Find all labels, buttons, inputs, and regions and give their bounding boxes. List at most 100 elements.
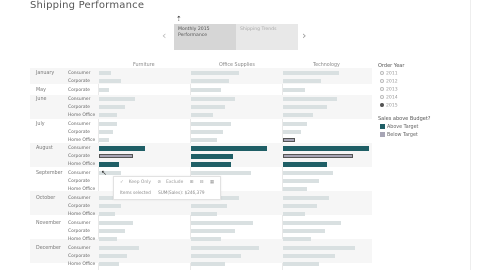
keep-only-button[interactable]: Keep Only bbox=[129, 180, 151, 185]
story-navigator: ‹ Monthly 2015 Performance Shipping Tren… bbox=[162, 24, 312, 50]
bar-mark[interactable] bbox=[191, 212, 217, 216]
year-option-2014[interactable]: 2014 bbox=[380, 95, 398, 101]
year-option-2011[interactable]: 2011 bbox=[380, 71, 398, 77]
bar-mark[interactable] bbox=[191, 237, 221, 241]
bar-mark[interactable] bbox=[191, 246, 259, 250]
segment-label: Consumer bbox=[68, 146, 91, 151]
segment-label: Corporate bbox=[68, 79, 90, 84]
bar-mark-above-target[interactable] bbox=[191, 146, 267, 151]
year-option-2015[interactable]: 2015 bbox=[380, 103, 398, 109]
group-icon[interactable]: ⊞ bbox=[190, 180, 194, 185]
bar-mark[interactable] bbox=[191, 71, 239, 75]
bar-mark[interactable] bbox=[99, 105, 125, 109]
bar-mark[interactable] bbox=[283, 79, 321, 83]
bar-mark[interactable] bbox=[283, 105, 327, 109]
bar-mark[interactable] bbox=[191, 130, 223, 134]
bar-mark[interactable] bbox=[283, 246, 355, 250]
bar-mark[interactable] bbox=[283, 229, 325, 233]
bar-mark[interactable] bbox=[99, 221, 133, 225]
bar-mark[interactable] bbox=[283, 254, 335, 258]
bar-mark-below-target[interactable] bbox=[283, 154, 353, 158]
bar-mark-above-target[interactable] bbox=[283, 162, 327, 167]
bar-mark[interactable] bbox=[283, 204, 317, 208]
segment-label: Corporate bbox=[68, 179, 90, 184]
exclude-icon[interactable]: ⊘ bbox=[157, 180, 161, 185]
bar-mark[interactable] bbox=[191, 262, 225, 266]
bar-mark-above-target[interactable] bbox=[99, 146, 145, 151]
bar-mark[interactable] bbox=[191, 254, 241, 258]
bar-mark[interactable] bbox=[99, 254, 127, 258]
bar-mark[interactable] bbox=[99, 79, 121, 83]
bar-mark[interactable] bbox=[99, 88, 109, 92]
bar-mark[interactable] bbox=[99, 246, 139, 250]
bar-mark[interactable] bbox=[99, 113, 117, 117]
bar-mark[interactable] bbox=[191, 138, 217, 142]
bar-mark[interactable] bbox=[283, 71, 339, 75]
bar-mark[interactable] bbox=[99, 130, 113, 134]
bar-mark[interactable] bbox=[283, 97, 337, 101]
chevron-left-icon[interactable]: ‹ bbox=[162, 30, 166, 41]
bar-mark-above-target[interactable] bbox=[191, 162, 231, 167]
legend-item-above-target[interactable]: Above Target bbox=[380, 124, 418, 130]
pointer-cursor-icon: ↖ bbox=[101, 169, 107, 177]
bar-mark[interactable] bbox=[191, 122, 231, 126]
bar-mark[interactable] bbox=[191, 171, 251, 175]
bar-mark[interactable] bbox=[191, 79, 229, 83]
segment-label: Corporate bbox=[68, 130, 90, 135]
bar-mark[interactable] bbox=[99, 97, 135, 101]
bar-mark[interactable] bbox=[191, 113, 213, 117]
month-label: January bbox=[36, 71, 55, 76]
bar-mark[interactable] bbox=[191, 204, 227, 208]
bar-mark[interactable] bbox=[99, 229, 125, 233]
bar-mark[interactable] bbox=[99, 262, 119, 266]
bar-mark[interactable] bbox=[283, 221, 341, 225]
bar-mark[interactable] bbox=[283, 187, 307, 191]
month-label: July bbox=[36, 122, 45, 127]
bar-mark[interactable] bbox=[99, 212, 115, 216]
exclude-button[interactable]: Exclude bbox=[166, 180, 183, 185]
segment-label: Home Office bbox=[68, 262, 96, 267]
bar-mark[interactable] bbox=[191, 229, 235, 233]
bar-mark[interactable] bbox=[99, 204, 121, 208]
bar-mark[interactable] bbox=[191, 105, 225, 109]
bar-mark[interactable] bbox=[283, 196, 329, 200]
view-data-icon[interactable]: ▦ bbox=[210, 180, 214, 185]
bar-mark-above-target[interactable] bbox=[283, 146, 369, 151]
bar-mark[interactable] bbox=[99, 71, 111, 75]
segment-label: Consumer bbox=[68, 196, 91, 201]
year-option-2012[interactable]: 2012 bbox=[380, 79, 398, 85]
bar-mark[interactable] bbox=[283, 212, 305, 216]
month-label: November bbox=[36, 221, 61, 226]
bar-mark[interactable] bbox=[283, 171, 333, 175]
bar-mark[interactable] bbox=[283, 88, 305, 92]
bar-mark[interactable] bbox=[283, 122, 307, 126]
bar-mark-above-target[interactable] bbox=[99, 162, 119, 167]
year-option-2013[interactable]: 2013 bbox=[380, 87, 398, 93]
bar-mark[interactable] bbox=[283, 113, 313, 117]
bar-mark[interactable] bbox=[283, 237, 311, 241]
bar-mark-below-target[interactable] bbox=[283, 138, 295, 142]
legend-item-below-target[interactable]: Below Target bbox=[380, 132, 418, 138]
segment-label: Consumer bbox=[68, 122, 91, 127]
story-point-monthly-performance[interactable]: Monthly 2015 Performance bbox=[174, 24, 236, 50]
bar-mark[interactable] bbox=[283, 262, 319, 266]
bar-mark[interactable] bbox=[99, 122, 117, 126]
bar-mark[interactable] bbox=[99, 138, 109, 142]
bar-mark[interactable] bbox=[191, 97, 235, 101]
bar-mark-below-target[interactable] bbox=[99, 154, 133, 158]
set-icon[interactable]: ⊟ bbox=[200, 180, 204, 185]
bar-mark[interactable] bbox=[283, 179, 319, 183]
segment-label: Corporate bbox=[68, 229, 90, 234]
bar-mark-above-target[interactable] bbox=[191, 154, 233, 159]
bar-mark[interactable] bbox=[99, 237, 117, 241]
row-band bbox=[30, 239, 372, 263]
chevron-right-icon[interactable]: › bbox=[302, 30, 306, 41]
segment-label: Home Office bbox=[68, 237, 96, 242]
story-point-shipping-trends[interactable]: Shipping Trends bbox=[236, 24, 298, 50]
bar-mark[interactable] bbox=[191, 88, 221, 92]
check-icon[interactable]: ✓ bbox=[120, 180, 124, 185]
bar-mark[interactable] bbox=[191, 221, 253, 225]
bar-mark[interactable] bbox=[283, 130, 301, 134]
segment-label: Corporate bbox=[68, 254, 90, 259]
segment-label: Home Office bbox=[68, 212, 96, 217]
